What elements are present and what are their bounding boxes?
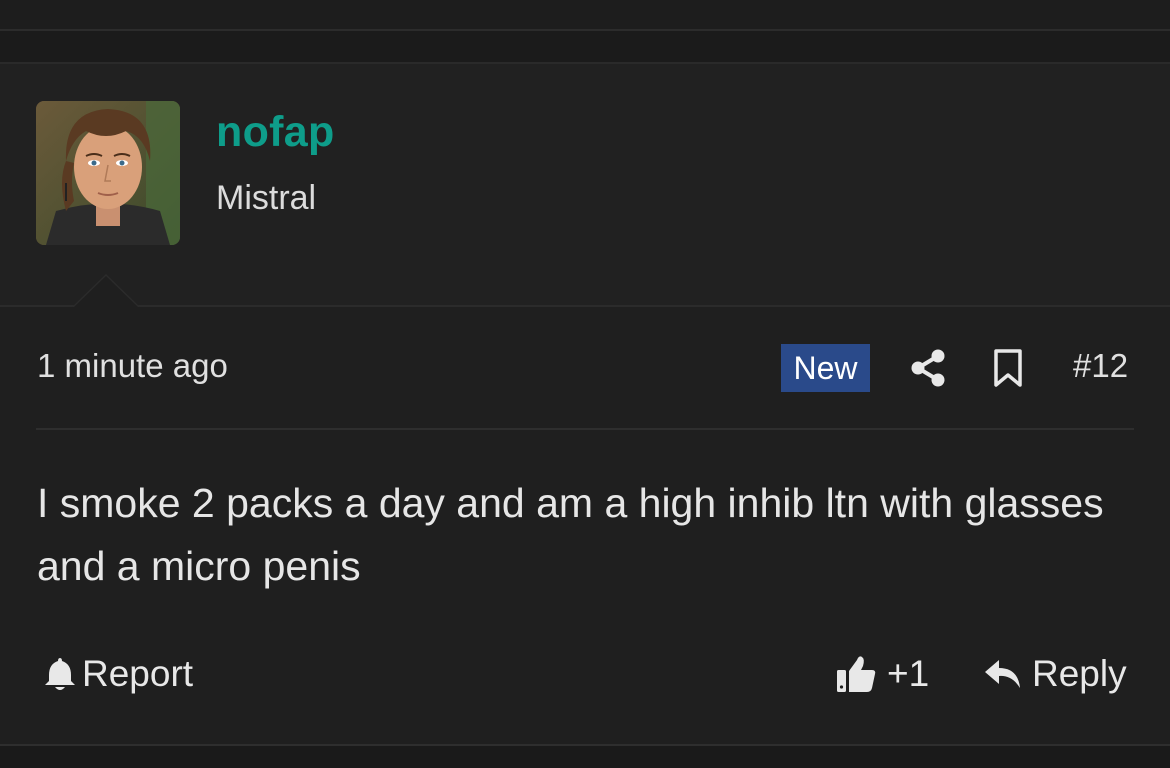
avatar-image [36,101,180,245]
previous-post-footer [0,0,1170,30]
post-card: nofap Mistral 1 minute ago New #12 I smo… [0,64,1170,744]
post-number-link[interactable]: #12 [1073,347,1128,385]
post-separator [0,31,1170,62]
new-badge: New [781,344,870,392]
speech-caret-fill [74,276,138,307]
post-timestamp[interactable]: 1 minute ago [37,347,228,385]
bookmark-icon[interactable] [992,349,1024,387]
like-count: +1 [887,653,930,694]
share-icon[interactable] [910,348,946,388]
bell-icon [45,658,75,690]
report-label: Report [82,653,194,694]
post-meta-row: 1 minute ago New #12 [0,307,1170,429]
username-link[interactable]: nofap [216,108,335,157]
like-button[interactable]: +1 [835,650,929,698]
post-user-header: nofap Mistral [0,64,1170,306]
reply-label: Reply [1032,653,1127,694]
reply-button[interactable]: Reply [984,650,1127,698]
post-body: I smoke 2 packs a day and am a high inhi… [37,480,1104,589]
divider [36,428,1134,430]
thumbs-up-icon [837,656,876,692]
reply-arrow-icon [985,660,1020,688]
avatar[interactable] [36,101,180,245]
post-actions: Report +1 Reply [0,638,1170,708]
user-title: Mistral [216,179,317,217]
report-button[interactable]: Report [44,650,193,698]
next-post-header [0,746,1170,768]
